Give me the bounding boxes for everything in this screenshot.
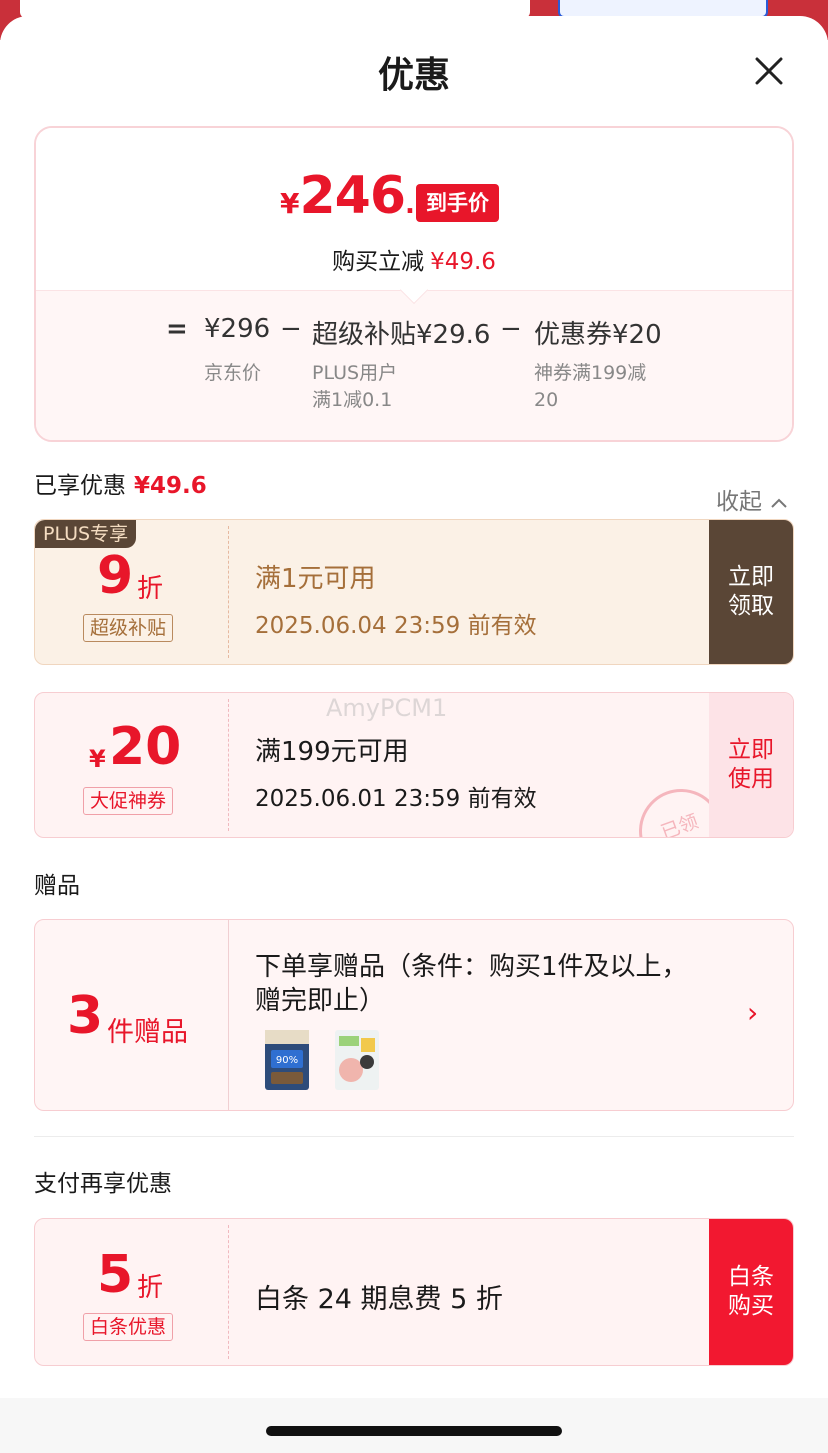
- watermark-text: AmyPCM1: [326, 694, 448, 722]
- coupon-title: 满1元可用: [255, 564, 376, 594]
- gift-image-pet-treat[interactable]: [331, 1028, 383, 1092]
- home-indicator[interactable]: [266, 1426, 562, 1436]
- final-price: ¥246.4: [280, 166, 433, 226]
- coupon-title: 满199元可用: [255, 737, 409, 767]
- coupon-divider: [228, 699, 229, 831]
- jd-price: ¥296: [204, 314, 271, 344]
- yen-symbol: ¥: [89, 745, 106, 773]
- offer-title: 白条 24 期息费 5 折: [255, 1284, 503, 1315]
- coupon-expiry: 2025.06.01 23:59 前有效: [255, 786, 537, 812]
- jd-price-label: 京东价: [204, 362, 262, 384]
- close-icon[interactable]: [748, 50, 790, 92]
- instant-discount: 购买立减 ¥49.6: [332, 249, 496, 275]
- discount-number: 9: [97, 546, 134, 606]
- gift-description: 下单享赠品（条件：购买1件及以上，: [255, 952, 688, 982]
- gift-count: 3: [67, 986, 104, 1046]
- coupon-amount: 优惠券¥20: [534, 320, 662, 350]
- subsidy-amount: 超级补贴¥29.6: [312, 320, 491, 350]
- enjoyed-discount-label: 已享优惠 ¥49.6: [34, 473, 207, 499]
- final-price-tag: 到手价: [416, 184, 499, 222]
- collapse-button[interactable]: 收起: [716, 482, 788, 516]
- equals-sign: =: [166, 314, 188, 344]
- gift-count-unit: 件赠品: [107, 1017, 188, 1048]
- gift-image-pet-food[interactable]: 90%: [261, 1028, 313, 1092]
- subsidy-note: 满1减0.1: [312, 389, 393, 411]
- section-divider: [34, 1136, 794, 1137]
- subsidy-note: PLUS用户: [312, 362, 398, 384]
- gift-divider: [228, 920, 229, 1110]
- coupon-value-area: ¥ 20 大促神券: [35, 693, 229, 837]
- gift-count-area: 3 件赠品: [35, 920, 229, 1110]
- gift-description: 赠完即止）: [255, 986, 386, 1016]
- baitiao-buy-button[interactable]: 白条 购买: [709, 1219, 793, 1365]
- price-summary-card: ¥246.4 到手价 购买立减¥49.6 = ¥296 − 超级补贴¥29.6 …: [34, 126, 794, 442]
- coupon-type-tag: 大促神券: [83, 787, 174, 815]
- coupon-divider: [228, 526, 229, 658]
- minus-sign: −: [280, 314, 302, 344]
- discount-unit: 折: [137, 574, 164, 604]
- final-price-area: ¥246.4 到手价 购买立减¥49.6: [36, 128, 792, 290]
- coupon-amount: 20: [109, 717, 182, 777]
- payment-section-title: 支付再享优惠: [34, 1171, 172, 1197]
- svg-text:90%: 90%: [276, 1055, 298, 1066]
- gifts-section-title: 赠品: [34, 873, 80, 899]
- plus-badge: PLUS专享: [35, 520, 137, 548]
- offer-value-area: 5 折 白条优惠: [35, 1219, 229, 1365]
- baitiao-offer-card: 5 折 白条优惠 白条 24 期息费 5 折 白条 购买: [34, 1218, 794, 1366]
- use-now-button[interactable]: 立即 使用: [709, 693, 793, 837]
- gifts-card[interactable]: 3 件赠品 下单享赠品（条件：购买1件及以上， 赠完即止） 90% ›: [34, 919, 794, 1111]
- minus-sign: −: [500, 314, 522, 344]
- coupon-value-area: PLUS专享 9 折 超级补贴: [35, 520, 229, 664]
- discount-unit: 折: [137, 1273, 164, 1303]
- offer-type-tag: 白条优惠: [83, 1313, 174, 1341]
- plus-subsidy-coupon: PLUS专享 9 折 超级补贴 满1元可用 2025.06.04 23:59 前…: [34, 519, 794, 665]
- claim-button[interactable]: 立即 领取: [709, 520, 793, 664]
- discount-sheet: 优惠 ¥246.4 到手价 购买立减¥49.6 = ¥296 − 超级补贴¥29…: [0, 16, 828, 1453]
- chevron-up-icon: [771, 498, 787, 508]
- sheet-title: 优惠: [377, 55, 450, 96]
- coupon-expiry: 2025.06.04 23:59 前有效: [255, 613, 537, 639]
- offer-divider: [228, 1225, 229, 1359]
- coupon-note: 神券满199减: [534, 362, 647, 384]
- chevron-right-icon[interactable]: ›: [747, 996, 758, 1029]
- coupon-note: 20: [534, 389, 559, 411]
- discount-number: 5: [97, 1245, 134, 1305]
- price-breakdown: [36, 290, 792, 440]
- coupon-type-tag: 超级补贴: [83, 614, 174, 642]
